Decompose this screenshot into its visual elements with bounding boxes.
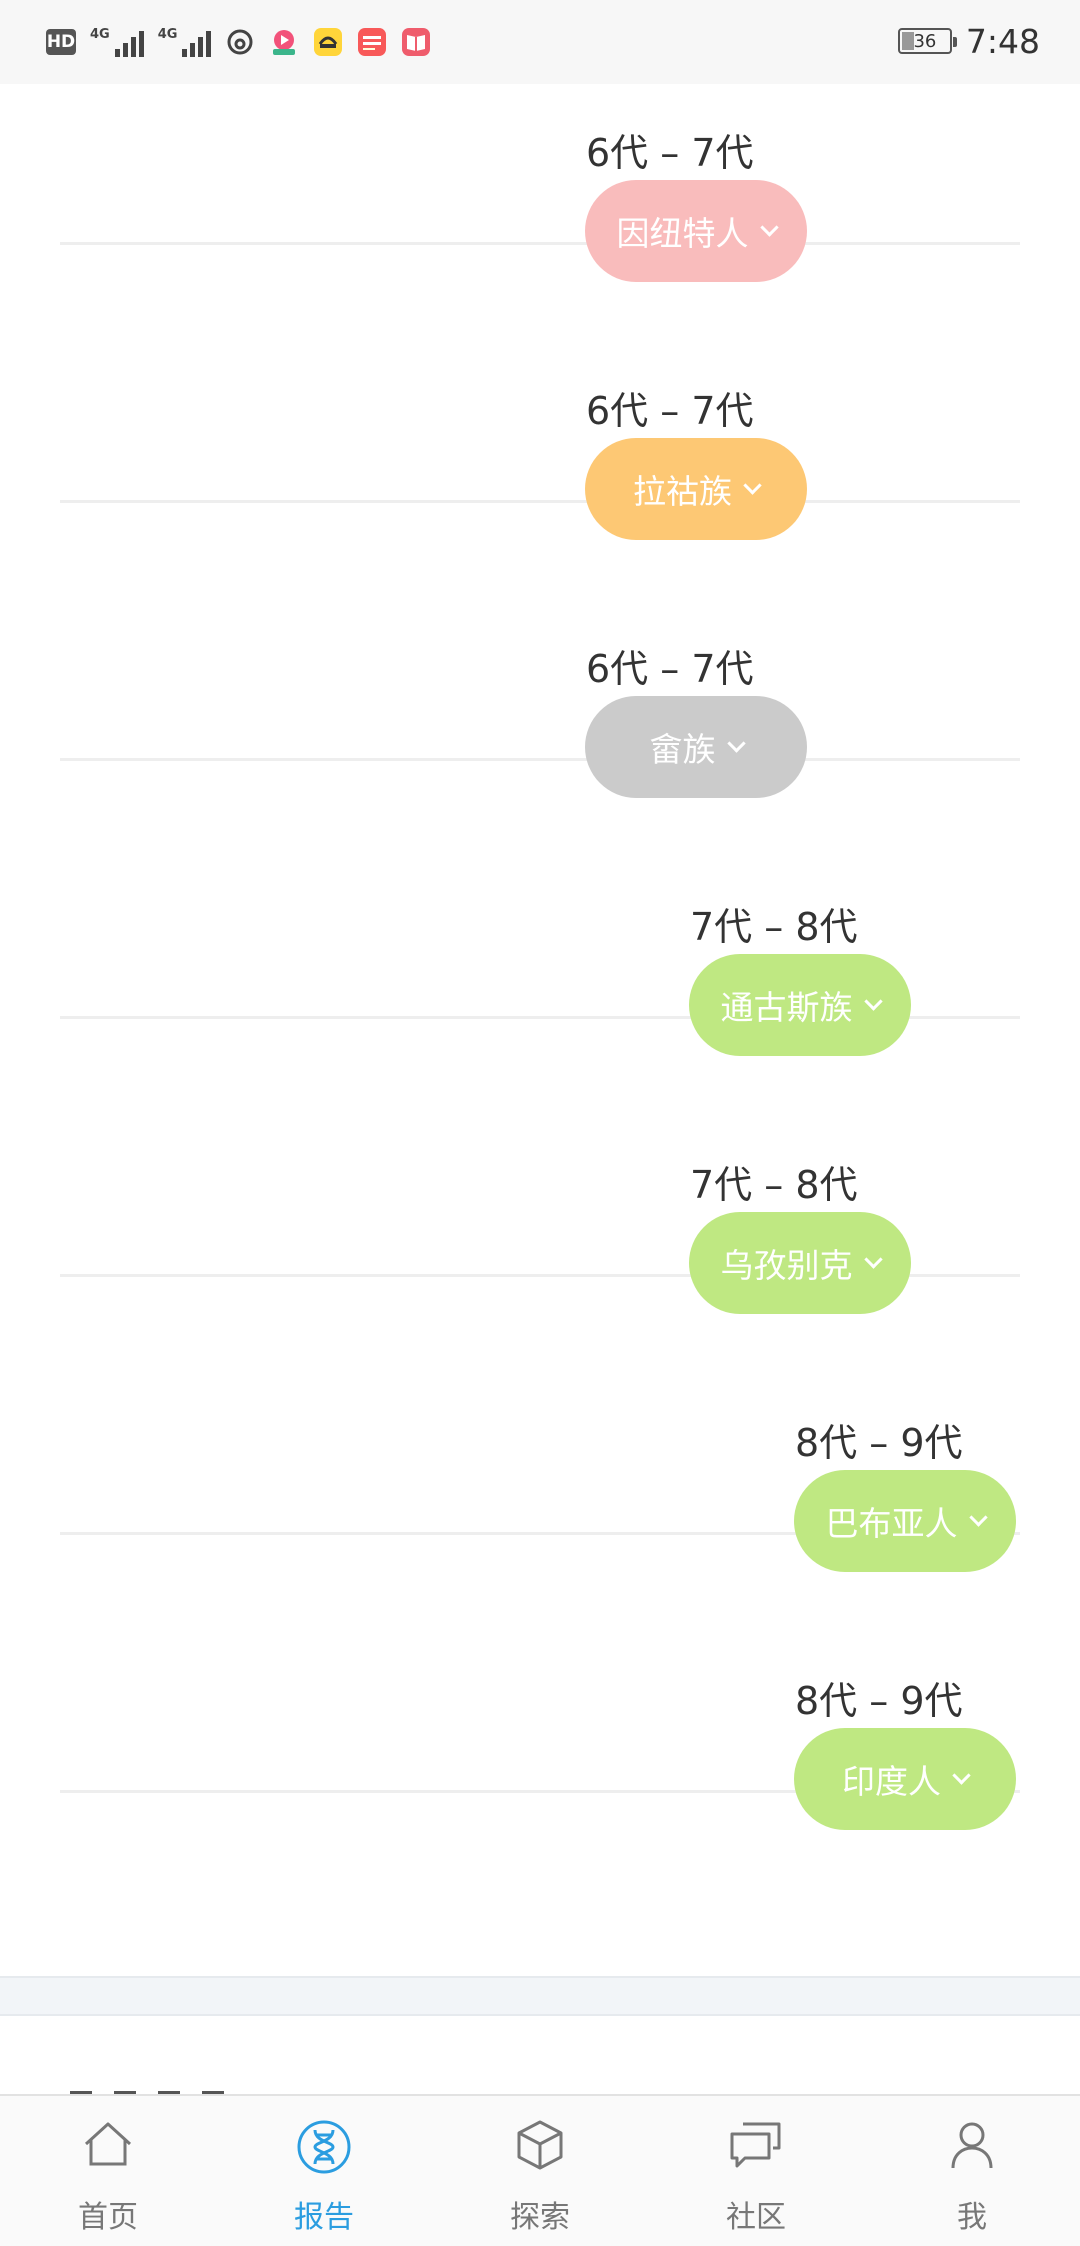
generation-range: 7代 – 8代 bbox=[690, 1163, 858, 1207]
ethnicity-pill[interactable]: 巴布亚人 bbox=[794, 1470, 1016, 1572]
generation-range: 7代 – 8代 bbox=[690, 905, 858, 949]
generation-range: 6代 – 7代 bbox=[586, 389, 754, 433]
chevron-down-icon bbox=[863, 991, 883, 1011]
video-app-icon bbox=[273, 30, 296, 55]
generation-range: 6代 – 7代 bbox=[586, 131, 754, 175]
generation-range: 6代 – 7代 bbox=[586, 647, 754, 691]
user-icon bbox=[951, 2122, 993, 2169]
clock: 7:48 bbox=[965, 21, 1040, 61]
section-divider bbox=[0, 1976, 1080, 2016]
chevron-down-icon bbox=[968, 1507, 988, 1527]
nav-community-label: 社区 bbox=[726, 2200, 786, 2235]
status-right: 36 7:48 bbox=[897, 18, 1040, 64]
timeline-row: 7代 – 8代 乌孜别克 bbox=[0, 1132, 1080, 1390]
signal-icon-2: 4G bbox=[158, 27, 212, 57]
ethnicity-label: 通古斯族 bbox=[720, 988, 853, 1027]
ethnicity-label: 乌孜别克 bbox=[720, 1246, 853, 1285]
ethnicity-label: 印度人 bbox=[842, 1762, 941, 1801]
nav-home-label: 首页 bbox=[78, 2200, 138, 2235]
ethnicity-pill[interactable]: 乌孜别克 bbox=[689, 1212, 911, 1314]
hd-icon: HD bbox=[46, 29, 76, 55]
ethnicity-pill[interactable]: 通古斯族 bbox=[689, 954, 911, 1056]
generation-range: 8代 – 9代 bbox=[795, 1421, 963, 1465]
ethnicity-pill[interactable]: 因纽特人 bbox=[585, 180, 807, 282]
ethnicity-pill[interactable]: 畲族 bbox=[585, 696, 807, 798]
chevron-down-icon bbox=[726, 733, 746, 753]
dna-icon bbox=[297, 2120, 351, 2174]
cube-icon bbox=[517, 2120, 563, 2170]
nav-explore-label: 探索 bbox=[510, 2200, 570, 2235]
ethnicity-pill[interactable]: 印度人 bbox=[794, 1728, 1016, 1830]
ethnicity-pill[interactable]: 拉祜族 bbox=[585, 438, 807, 540]
timeline-row: 6代 – 7代 畲族 bbox=[0, 616, 1080, 874]
toutiao-icon bbox=[358, 28, 387, 56]
ethnicity-label: 畲族 bbox=[649, 730, 716, 769]
home-icon bbox=[84, 2122, 132, 2166]
ethnicity-label: 拉祜族 bbox=[633, 472, 732, 511]
bottom-nav: 首页 报告 探索 社区 我 bbox=[0, 2094, 1080, 2246]
timeline-row: 6代 – 7代 因纽特人 bbox=[0, 100, 1080, 358]
nav-me-label: 我 bbox=[957, 2200, 987, 2235]
reader-app-icon bbox=[402, 28, 431, 56]
nav-report-label: 报告 bbox=[294, 2200, 354, 2235]
timeline-row: 8代 – 9代 巴布亚人 bbox=[0, 1390, 1080, 1648]
timeline-row: 7代 – 8代 通古斯族 bbox=[0, 874, 1080, 1132]
timeline-line bbox=[60, 500, 1020, 503]
nav-home[interactable]: 首页 bbox=[0, 2096, 216, 2246]
timeline-line bbox=[60, 242, 1020, 245]
chat-icon bbox=[730, 2122, 781, 2168]
ethnicity-label: 巴布亚人 bbox=[825, 1504, 958, 1543]
signal-icon: 4G bbox=[90, 27, 144, 57]
chevron-down-icon bbox=[863, 1249, 883, 1269]
timeline-row: 8代 – 9代 印度人 bbox=[0, 1648, 1080, 1906]
nav-community[interactable]: 社区 bbox=[648, 2096, 864, 2246]
netease-music-icon bbox=[227, 29, 253, 55]
nav-explore[interactable]: 探索 bbox=[432, 2096, 648, 2246]
nav-report[interactable]: 报告 bbox=[216, 2096, 432, 2246]
status-left: HD 4G 4G bbox=[46, 24, 431, 60]
generation-range: 8代 – 9代 bbox=[795, 1679, 963, 1723]
chevron-down-icon bbox=[952, 1765, 971, 1785]
battery-icon: 36 bbox=[897, 28, 957, 54]
timeline-line bbox=[60, 758, 1020, 761]
chevron-down-icon bbox=[743, 475, 762, 495]
timeline-row: 6代 – 7代 拉祜族 bbox=[0, 358, 1080, 616]
status-bar: HD 4G 4G 36 7:48 bbox=[0, 0, 1080, 84]
taxi-app-icon bbox=[314, 28, 343, 56]
nav-me[interactable]: 我 bbox=[864, 2096, 1080, 2246]
chevron-down-icon bbox=[759, 217, 779, 237]
ethnicity-label: 因纽特人 bbox=[616, 214, 749, 253]
